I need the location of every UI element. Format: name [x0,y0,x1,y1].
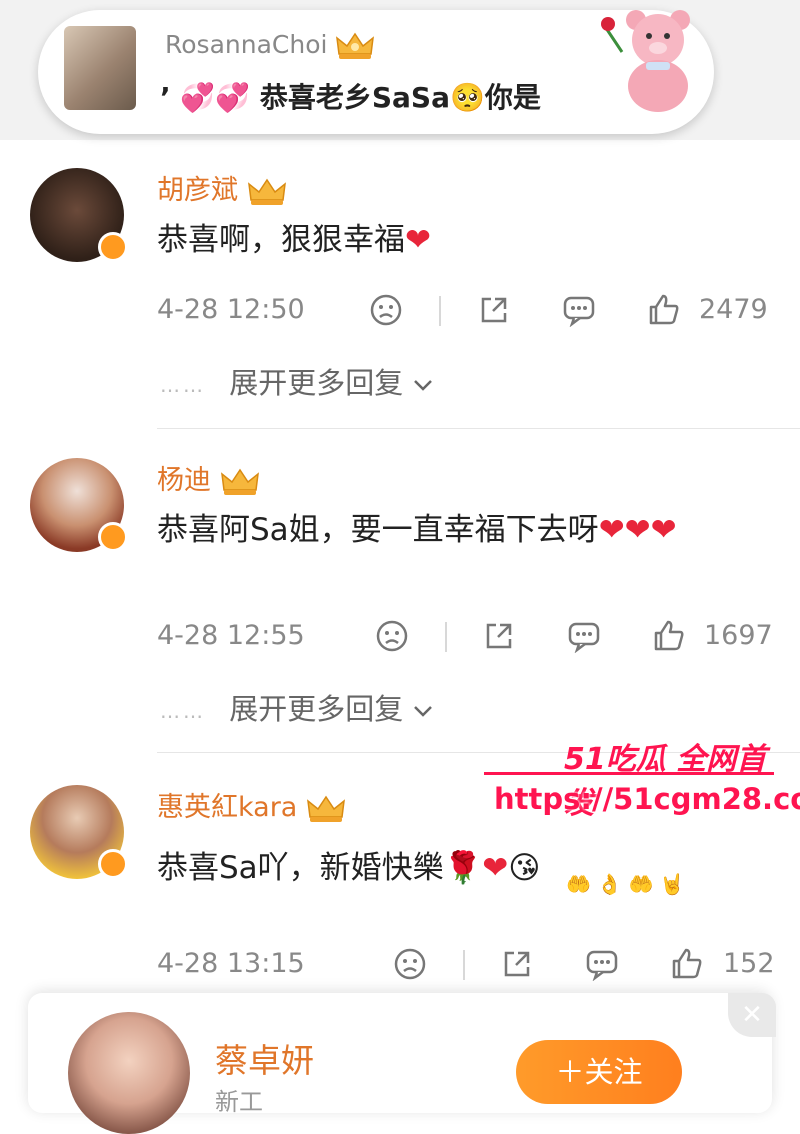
crown-badge-icon [247,178,286,205]
pinned-user-avatar[interactable] [64,26,136,110]
comment-actions: 4-28 12:50 2479 [157,290,777,330]
expand-replies-link[interactable]: …… 展开更多回复 [160,360,434,402]
thumbs-up-icon[interactable] [670,947,704,981]
comment-actions: 4-28 13:15 152 [157,944,777,984]
heart-icon: ❤❤❤ [598,512,677,548]
comment-divider [157,428,800,429]
comment-time: 4-28 12:55 [157,620,305,651]
profile-name[interactable]: 蔡卓妍 [215,1034,314,1082]
divider [445,622,447,652]
watermark-url: https://51cgm28.com [494,782,800,816]
expand-replies-link[interactable]: …… 展开更多回复 [160,686,434,728]
close-icon[interactable]: ✕ [728,993,776,1037]
comment-icon[interactable] [562,293,596,327]
comment-icon[interactable] [567,619,601,653]
thumbs-up-icon[interactable] [647,293,681,327]
shy-face-icon: 🥺 [450,81,485,114]
follow-button[interactable]: ＋关注 [516,1040,682,1104]
verified-badge-icon [98,522,128,552]
heart-icon: ❤ [482,850,509,886]
crown-badge-icon [220,468,259,495]
divider [463,950,465,980]
verified-badge-icon [98,232,128,262]
comment-text: 恭喜阿Sa姐，要一直幸福下去呀❤❤❤ [157,512,677,548]
verified-badge-icon [98,849,128,879]
heart-icon: ❤ [405,222,431,258]
like-count: 152 [723,948,775,979]
comment-actions: 4-28 12:55 1697 [157,616,777,656]
share-icon[interactable] [477,293,511,327]
dislike-face-icon[interactable] [393,947,427,981]
rose-icon: 🌹 [443,850,483,886]
like-count: 2479 [699,294,768,325]
share-icon[interactable] [482,619,516,653]
comment-user-name[interactable]: 杨迪 [157,458,260,497]
thumbs-up-icon[interactable] [652,619,686,653]
dots-decoration: …… [160,699,206,723]
pinned-reply-text: ’ 💞💞 恭喜老乡SaSa🥺你是 [160,81,541,114]
crown-badge-icon [306,795,345,822]
share-icon[interactable] [500,947,534,981]
divider [439,296,441,326]
sticker-decoration: 🤲 👌 🤲 🤘 [566,872,685,896]
chevron-down-icon[interactable] [412,377,434,393]
comment-icon[interactable] [585,947,619,981]
teddy-bear-icon [601,10,690,112]
comment-user-name[interactable]: 胡彦斌 [157,168,287,207]
dots-decoration: …… [160,373,206,397]
kiss-face-icon: 😘 [508,850,541,886]
like-count: 1697 [704,620,773,651]
crown-badge-icon [336,32,375,59]
watermark-bar [484,772,774,775]
profile-avatar[interactable] [68,1012,190,1134]
heart-icon: 💞💞 [180,81,251,114]
pinned-user-name[interactable]: RosannaChoi [165,30,375,60]
dislike-face-icon[interactable] [375,619,409,653]
comment-text: 恭喜啊，狠狠幸福❤ [157,222,431,258]
comment-user-name[interactable]: 惠英紅kara [157,785,346,824]
comment-time: 4-28 13:15 [157,948,305,979]
comment-time: 4-28 12:50 [157,294,305,325]
watermark: 51吃瓜 全网首发 https://51cgm28.com [484,730,800,830]
chevron-down-icon[interactable] [412,703,434,719]
profile-subtitle: 新工 [215,1088,263,1116]
dislike-face-icon[interactable] [369,293,403,327]
